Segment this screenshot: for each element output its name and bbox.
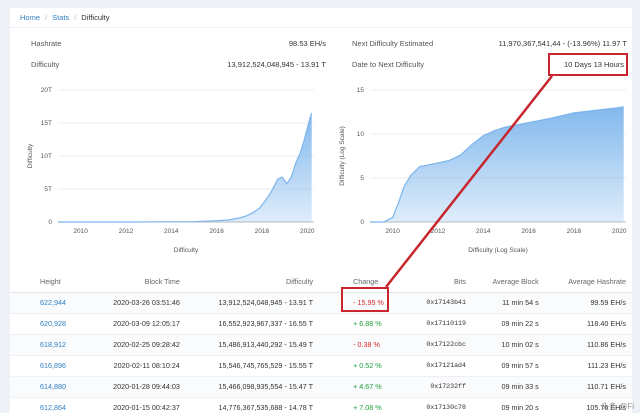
highlight-connector [385, 75, 553, 288]
watermark: 头条 @Fi [600, 402, 634, 411]
